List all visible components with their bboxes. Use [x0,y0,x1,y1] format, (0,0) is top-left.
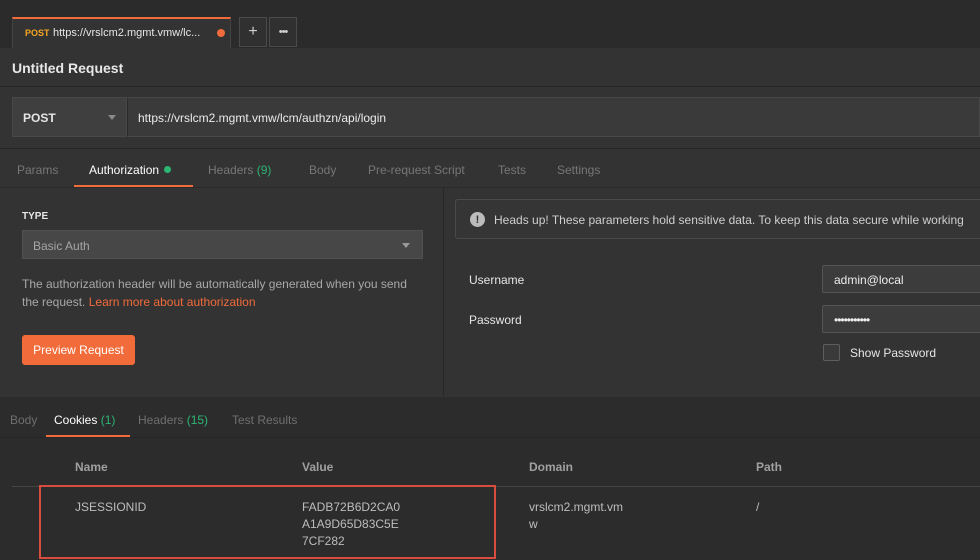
password-input[interactable]: ••••••••••• [822,305,980,333]
column-header-name: Name [75,460,108,474]
preview-request-button[interactable]: Preview Request [22,335,135,365]
auth-type-value: Basic Auth [33,239,90,253]
password-value: ••••••••••• [834,313,870,327]
url-input[interactable]: https://vrslcm2.mgmt.vmw/lcm/authzn/api/… [127,97,980,137]
username-value: admin@local [834,273,904,287]
tab-label: Pre-request Script [368,163,465,177]
tab-count: (1) [100,413,116,427]
method-value: POST [23,111,56,125]
tab-params[interactable]: Params [17,163,58,177]
auth-type-label: TYPE [22,211,49,222]
show-password-label[interactable]: Show Password [850,346,936,360]
tab-label: Settings [557,163,601,177]
password-label: Password [469,313,522,327]
tab-label: Headers [138,413,184,427]
divider [0,437,980,438]
tab-settings[interactable]: Settings [557,163,600,177]
auth-type-select[interactable]: Basic Auth [22,230,423,259]
status-dot-icon [164,166,172,173]
unsaved-dot-icon [217,29,225,37]
tab-label: Authorization [89,163,160,177]
response-tab-body[interactable]: Body [10,413,37,427]
chevron-down-icon [402,243,410,248]
divider [0,187,980,188]
tab-label: Headers [208,163,254,177]
info-icon: ! [470,212,485,227]
tab-label: Test Results [232,413,298,427]
divider [0,148,980,149]
tab-body[interactable]: Body [309,163,336,177]
username-input[interactable]: admin@local [822,265,980,293]
tab-label: Tests [498,163,527,177]
tab-label: Params [17,163,59,177]
learn-more-link[interactable]: Learn more about authorization [89,295,256,309]
divider [0,86,980,87]
request-tab-active[interactable]: POST https://vrslcm2.mgmt.vmw/lc... [12,17,231,48]
tab-label: Body [10,413,38,427]
chevron-down-icon [108,115,116,120]
request-tab-title: https://vrslcm2.mgmt.vmw/lc... [53,27,201,39]
auth-description: The authorization header will be automat… [22,275,422,311]
tab-more-button[interactable]: ••• [269,17,297,47]
show-password-checkbox[interactable] [823,344,840,361]
column-header-path: Path [756,460,783,474]
method-select[interactable]: POST [12,97,127,137]
tab-label: Cookies [54,413,98,427]
cookie-path: / [756,500,760,514]
request-tab-method: POST [25,28,50,38]
tab-authorization[interactable]: Authorization [89,163,172,177]
response-tab-cookies[interactable]: Cookies (1) [54,413,115,427]
response-tab-test-results[interactable]: Test Results [232,413,297,427]
url-value: https://vrslcm2.mgmt.vmw/lcm/authzn/api/… [138,111,387,125]
tab-tests[interactable]: Tests [498,163,526,177]
tab-label: Body [309,163,337,177]
highlight-box [39,485,496,559]
tab-count: (9) [256,163,272,177]
request-title[interactable]: Untitled Request [12,60,123,76]
warning-text: Heads up! These parameters hold sensitiv… [494,213,964,227]
column-header-value: Value [302,460,334,474]
response-tab-headers[interactable]: Headers (15) [138,413,208,427]
new-tab-button[interactable]: + [239,17,267,47]
cookie-domain: vrslcm2.mgmt.vmw [529,500,623,531]
column-header-domain: Domain [529,460,574,474]
tab-count: (15) [186,413,209,427]
tab-pre-request-script[interactable]: Pre-request Script [368,163,465,177]
sensitive-data-warning: ! Heads up! These parameters hold sensit… [455,199,980,239]
tab-headers[interactable]: Headers (9) [208,163,271,177]
panel-divider [443,188,444,396]
username-label: Username [469,273,525,287]
